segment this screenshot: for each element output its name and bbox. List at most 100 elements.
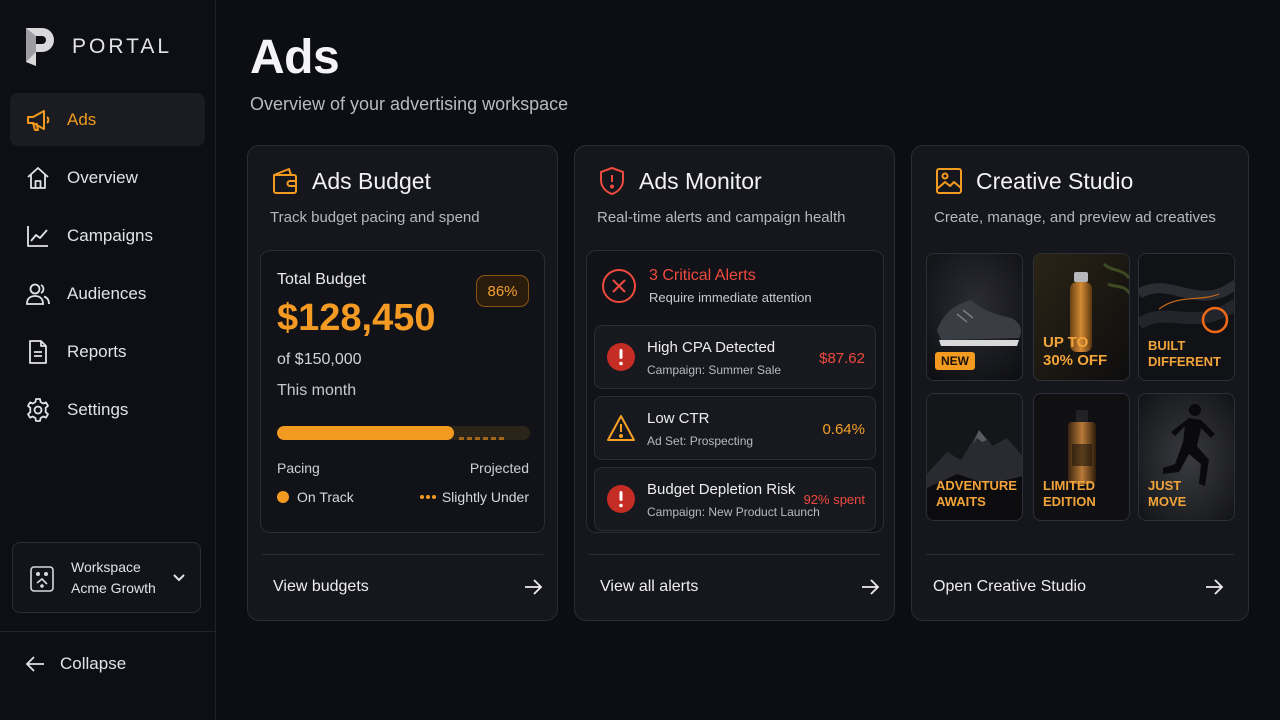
workspace-switcher[interactable]: Workspace Acme Growth xyxy=(12,542,201,613)
sidebar-item-audiences[interactable]: Audiences xyxy=(10,267,205,320)
budget-amount: $128,450 xyxy=(277,297,436,339)
tile-label: NEW xyxy=(935,352,975,370)
alert-value: 0.64% xyxy=(822,421,865,438)
ads-budget-card: Ads Budget Track budget pacing and spend… xyxy=(247,145,558,621)
alert-subtitle: Ad Set: Prospecting xyxy=(647,434,754,448)
sidebar-item-overview[interactable]: Overview xyxy=(10,151,205,204)
alerts-panel: 3 Critical Alerts Require immediate atte… xyxy=(586,250,884,533)
sidebar-item-label: Ads xyxy=(67,109,97,129)
portal-logo-icon xyxy=(26,28,54,66)
tile-label: BUILT DIFFERENT xyxy=(1148,338,1221,369)
alert-title: Low CTR xyxy=(647,410,710,427)
warning-triangle-icon xyxy=(607,415,635,441)
alert-circle-icon xyxy=(607,485,635,513)
view-budgets-link[interactable]: View budgets xyxy=(273,566,543,608)
arrow-right-icon xyxy=(1206,579,1224,595)
alert-item[interactable]: Low CTR Ad Set: Prospecting 0.64% xyxy=(594,396,876,460)
progress-projected xyxy=(459,428,507,440)
page-subtitle: Overview of your advertising workspace xyxy=(250,94,569,114)
pacing-status: On Track xyxy=(277,489,354,505)
critical-alerts-summary: 3 Critical Alerts Require immediate atte… xyxy=(601,267,812,305)
total-budget-panel: Total Budget 86% $128,450 of $150,000 Th… xyxy=(260,250,545,533)
divider xyxy=(926,554,1234,555)
wallet-icon xyxy=(273,168,297,194)
projected-label: Projected xyxy=(469,460,529,476)
alert-subtitle: Campaign: Summer Sale xyxy=(647,363,782,377)
creative-tile-runner[interactable]: JUST MOVE xyxy=(1138,393,1235,521)
budget-period: This month xyxy=(277,382,357,399)
projected-segment xyxy=(499,437,504,440)
page-title: Ads xyxy=(250,31,340,84)
pacing-status-text: On Track xyxy=(297,489,354,505)
creative-studio-card: Creative Studio Create, manage, and prev… xyxy=(911,145,1249,621)
sidebar-nav: Ads Overview Campaigns Audiences Reports xyxy=(10,93,205,441)
projected-segment xyxy=(483,437,488,440)
projected-segment xyxy=(467,437,472,440)
open-creative-studio-link[interactable]: Open Creative Studio xyxy=(933,566,1224,608)
budget-total: of $150,000 xyxy=(277,351,362,368)
alert-item[interactable]: High CPA Detected Campaign: Summer Sale … xyxy=(594,325,876,389)
link-label: View all alerts xyxy=(600,578,699,595)
ads-monitor-card: Ads Monitor Real-time alerts and campaig… xyxy=(574,145,895,621)
critical-alerts-title: 3 Critical Alerts xyxy=(649,267,756,284)
projected-segment xyxy=(475,437,480,440)
image-icon xyxy=(936,168,962,194)
critical-alerts-subtitle: Require immediate attention xyxy=(649,290,812,305)
shield-alert-icon xyxy=(600,167,624,195)
tile-label: ADVENTURE AWAITS xyxy=(936,478,1017,509)
tile-label: UP TO 30% OFF xyxy=(1043,334,1108,369)
projected-status-text: Slightly Under xyxy=(441,489,529,505)
workspace-name: Acme Growth xyxy=(71,579,156,596)
alert-title: Budget Depletion Risk xyxy=(647,481,796,498)
projected-segment xyxy=(459,437,464,440)
card-title: Ads Monitor xyxy=(639,167,762,194)
creative-tile-sneaker[interactable]: NEW xyxy=(926,253,1023,381)
status-dot-icon xyxy=(277,491,289,503)
alert-item[interactable]: Budget Depletion Risk Campaign: New Prod… xyxy=(594,467,876,531)
arrow-right-icon xyxy=(525,579,543,595)
creative-tile-mountain[interactable]: ADVENTURE AWAITS xyxy=(926,393,1023,521)
users-icon xyxy=(26,283,50,305)
creative-tile-abstract[interactable]: BUILT DIFFERENT xyxy=(1138,253,1235,381)
divider xyxy=(589,554,880,555)
alert-value: 92% spent xyxy=(803,492,865,507)
sidebar-item-label: Settings xyxy=(67,399,129,419)
brand-name: PORTAL xyxy=(72,35,173,58)
dotted-line-icon xyxy=(419,495,436,499)
budget-progress-bar xyxy=(277,426,530,440)
creative-tile-bottle-sale[interactable]: UP TO 30% OFF xyxy=(1033,253,1130,381)
sidebar-item-label: Reports xyxy=(67,341,127,361)
link-label: Open Creative Studio xyxy=(933,578,1086,595)
sidebar-item-reports[interactable]: Reports xyxy=(10,325,205,378)
divider xyxy=(262,554,543,555)
creative-tile-product-bottle[interactable]: LIMITED EDITION xyxy=(1033,393,1130,521)
card-title: Creative Studio xyxy=(976,167,1134,194)
card-description: Track budget pacing and spend xyxy=(270,209,480,226)
projected-segment xyxy=(491,437,496,440)
sidebar-item-settings[interactable]: Settings xyxy=(10,383,205,436)
document-icon xyxy=(29,339,47,364)
total-budget-label: Total Budget xyxy=(277,271,366,288)
brand[interactable]: PORTAL xyxy=(24,26,172,68)
alert-value: $87.62 xyxy=(819,350,865,367)
x-circle-icon xyxy=(602,269,636,303)
sidebar-item-label: Audiences xyxy=(67,283,147,303)
projected-status: Slightly Under xyxy=(419,489,529,505)
arrow-right-icon xyxy=(862,579,880,595)
arrow-left-icon xyxy=(25,656,44,672)
view-all-alerts-link[interactable]: View all alerts xyxy=(600,566,880,608)
card-description: Real-time alerts and campaign health xyxy=(597,209,846,226)
card-title: Ads Budget xyxy=(312,167,431,194)
link-label: View budgets xyxy=(273,578,369,595)
collapse-label: Collapse xyxy=(60,654,127,673)
sidebar-item-label: Overview xyxy=(67,167,138,187)
sidebar-item-campaigns[interactable]: Campaigns xyxy=(10,209,205,262)
collapse-button[interactable]: Collapse xyxy=(24,653,126,675)
pacing-label: Pacing xyxy=(277,460,320,476)
alert-circle-icon xyxy=(607,343,635,371)
sidebar: PORTAL Ads Overview Campaigns Audiences xyxy=(0,0,216,720)
sidebar-divider xyxy=(0,631,216,632)
workspace-icon xyxy=(30,565,54,592)
workspace-label: Workspace xyxy=(71,558,141,575)
sidebar-item-ads[interactable]: Ads xyxy=(10,93,205,146)
